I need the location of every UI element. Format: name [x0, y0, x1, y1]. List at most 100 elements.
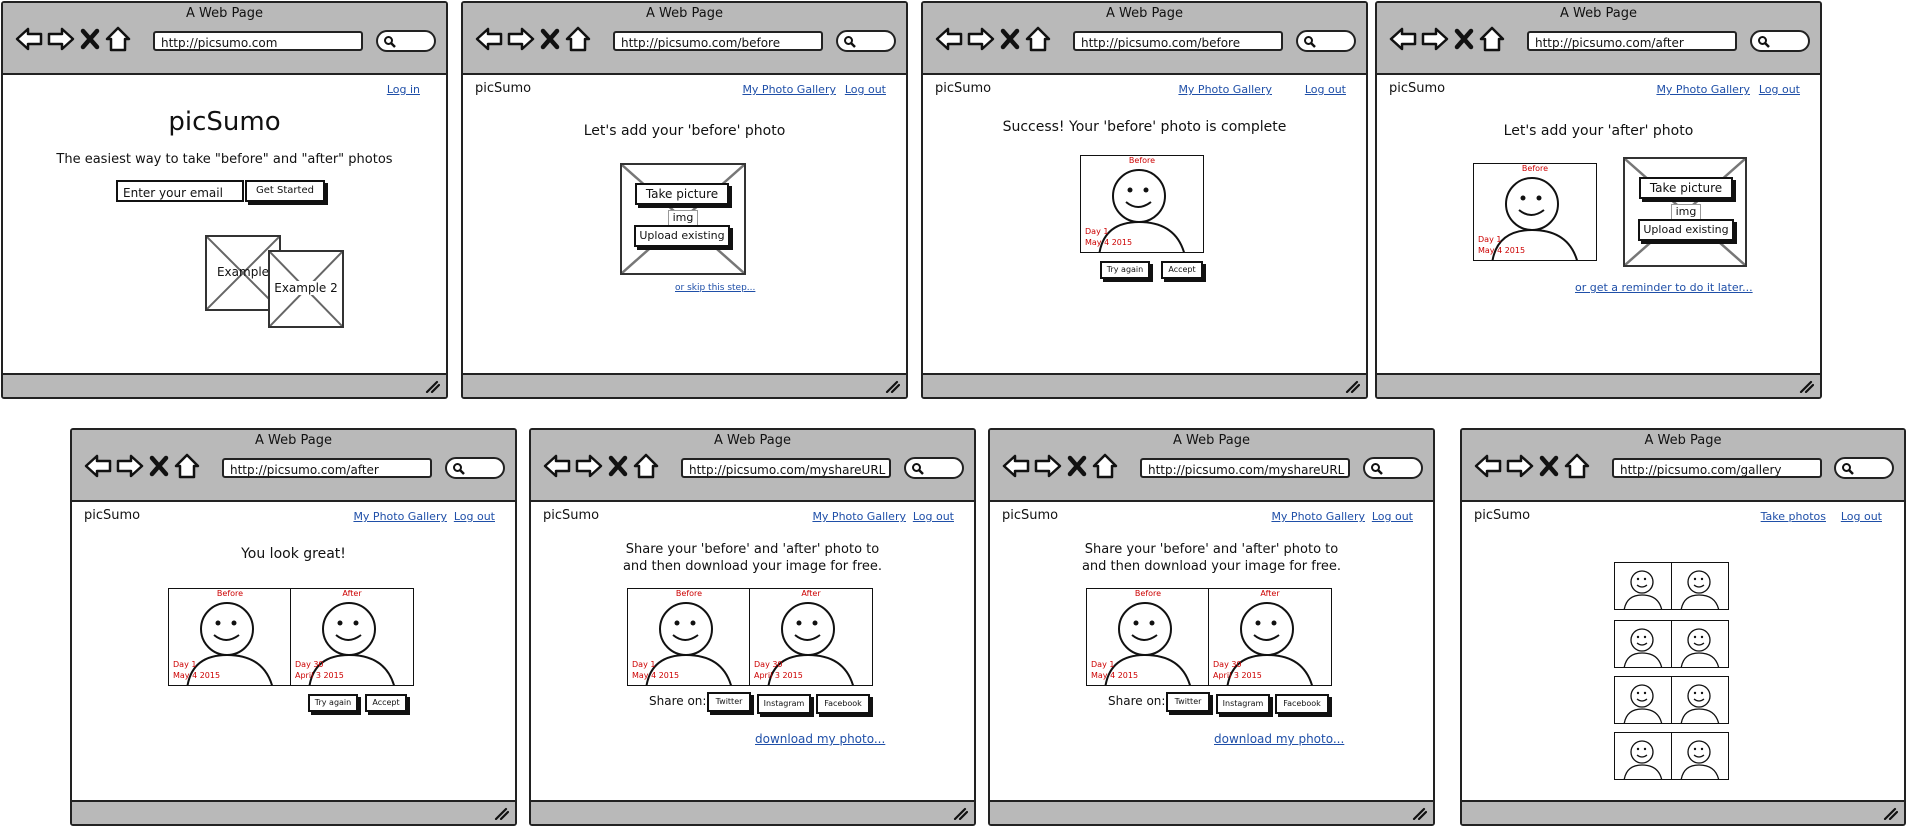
address-bar[interactable]: http://picsumo.com/before [1073, 31, 1283, 51]
search-field[interactable] [1363, 457, 1423, 479]
download-photo-link[interactable]: download my photo... [1214, 732, 1344, 746]
take-photos-link[interactable]: Take photos [1761, 510, 1826, 523]
gallery-thumb[interactable] [1671, 620, 1729, 668]
instagram-share-button[interactable]: Instagram [1216, 694, 1270, 714]
home-icon[interactable] [565, 25, 591, 53]
stop-icon[interactable] [607, 452, 629, 480]
search-field[interactable] [1834, 457, 1894, 479]
browser-window-before-complete: A Web Page http://picsumo.com/before pic… [921, 1, 1368, 399]
photo-gallery-link[interactable]: My Photo Gallery [1271, 510, 1365, 523]
back-icon[interactable] [84, 452, 112, 480]
search-field[interactable] [445, 457, 505, 479]
gallery-thumb[interactable] [1614, 676, 1672, 724]
stop-icon[interactable] [148, 452, 170, 480]
resize-grip-icon[interactable] [424, 379, 440, 393]
home-icon[interactable] [633, 452, 659, 480]
back-icon[interactable] [1389, 25, 1417, 53]
home-icon[interactable] [174, 452, 200, 480]
back-icon[interactable] [1002, 452, 1030, 480]
forward-icon[interactable] [1034, 452, 1062, 480]
take-picture-button[interactable]: Take picture [1639, 177, 1733, 199]
accept-button[interactable]: Accept [1161, 261, 1203, 279]
facebook-share-button[interactable]: Facebook [1275, 694, 1329, 714]
stop-icon[interactable] [539, 25, 561, 53]
resize-grip-icon[interactable] [1798, 379, 1814, 393]
home-icon[interactable] [1564, 452, 1590, 480]
home-icon[interactable] [1092, 452, 1118, 480]
address-bar[interactable]: http://picsumo.com/myshareURL [681, 458, 891, 478]
stop-icon[interactable] [999, 25, 1021, 53]
logout-link[interactable]: Log out [1759, 83, 1800, 96]
stop-icon[interactable] [1066, 452, 1088, 480]
upload-existing-button[interactable]: Upload existing [1638, 219, 1734, 241]
facebook-share-button[interactable]: Facebook [816, 694, 870, 714]
address-bar[interactable]: http://picsumo.com/myshareURL [1140, 458, 1350, 478]
gallery-thumb[interactable] [1614, 620, 1672, 668]
logout-link[interactable]: Log out [913, 510, 954, 523]
home-icon[interactable] [1025, 25, 1051, 53]
reminder-link[interactable]: or get a reminder to do it later... [1575, 281, 1753, 294]
address-bar[interactable]: http://picsumo.com/gallery [1612, 458, 1822, 478]
forward-icon[interactable] [575, 452, 603, 480]
email-input[interactable]: Enter your email [116, 180, 244, 202]
try-again-button[interactable]: Try again [308, 694, 358, 712]
address-bar[interactable]: http://picsumo.com/after [1527, 31, 1737, 51]
photo-gallery-link[interactable]: My Photo Gallery [742, 83, 836, 96]
gallery-thumb[interactable] [1671, 562, 1729, 610]
stop-icon[interactable] [1538, 452, 1560, 480]
address-bar[interactable]: http://picsumo.com/after [222, 458, 432, 478]
resize-grip-icon[interactable] [1882, 806, 1898, 820]
photo-gallery-link[interactable]: My Photo Gallery [353, 510, 447, 523]
address-bar[interactable]: http://picsumo.com/before [613, 31, 823, 51]
resize-grip-icon[interactable] [952, 806, 968, 820]
forward-icon[interactable] [1421, 25, 1449, 53]
logout-link[interactable]: Log out [454, 510, 495, 523]
try-again-button[interactable]: Try again [1100, 261, 1150, 279]
logout-link[interactable]: Log out [1372, 510, 1413, 523]
search-field[interactable] [376, 30, 436, 52]
take-picture-button[interactable]: Take picture [635, 183, 729, 205]
back-icon[interactable] [543, 452, 571, 480]
photo-gallery-link[interactable]: My Photo Gallery [1178, 83, 1272, 96]
forward-icon[interactable] [47, 25, 75, 53]
back-icon[interactable] [475, 25, 503, 53]
photo-gallery-link[interactable]: My Photo Gallery [1656, 83, 1750, 96]
forward-icon[interactable] [1506, 452, 1534, 480]
resize-grip-icon[interactable] [1411, 806, 1427, 820]
home-icon[interactable] [1479, 25, 1505, 53]
resize-grip-icon[interactable] [493, 806, 509, 820]
logout-link[interactable]: Log out [1305, 83, 1346, 96]
photo-gallery-link[interactable]: My Photo Gallery [812, 510, 906, 523]
stop-icon[interactable] [79, 25, 101, 53]
twitter-share-button[interactable]: Twitter [1166, 692, 1210, 712]
instagram-share-button[interactable]: Instagram [757, 694, 811, 714]
search-field[interactable] [1750, 30, 1810, 52]
search-field[interactable] [904, 457, 964, 479]
gallery-thumb[interactable] [1671, 732, 1729, 780]
gallery-thumb[interactable] [1671, 676, 1729, 724]
address-bar[interactable]: http://picsumo.com [153, 31, 363, 51]
upload-existing-button[interactable]: Upload existing [634, 225, 730, 247]
search-field[interactable] [1296, 30, 1356, 52]
forward-icon[interactable] [116, 452, 144, 480]
accept-button[interactable]: Accept [365, 694, 407, 712]
logout-link[interactable]: Log out [845, 83, 886, 96]
logout-link[interactable]: Log out [1841, 510, 1882, 523]
back-icon[interactable] [935, 25, 963, 53]
forward-icon[interactable] [967, 25, 995, 53]
gallery-thumb[interactable] [1614, 562, 1672, 610]
stop-icon[interactable] [1453, 25, 1475, 53]
home-icon[interactable] [105, 25, 131, 53]
get-started-button[interactable]: Get Started [245, 180, 325, 202]
download-photo-link[interactable]: download my photo... [755, 732, 885, 746]
resize-grip-icon[interactable] [1344, 379, 1360, 393]
back-icon[interactable] [15, 25, 43, 53]
login-link[interactable]: Log in [387, 83, 420, 96]
twitter-share-button[interactable]: Twitter [707, 692, 751, 712]
forward-icon[interactable] [507, 25, 535, 53]
search-field[interactable] [836, 30, 896, 52]
back-icon[interactable] [1474, 452, 1502, 480]
skip-step-link[interactable]: or skip this step... [675, 283, 755, 293]
gallery-thumb[interactable] [1614, 732, 1672, 780]
resize-grip-icon[interactable] [884, 379, 900, 393]
